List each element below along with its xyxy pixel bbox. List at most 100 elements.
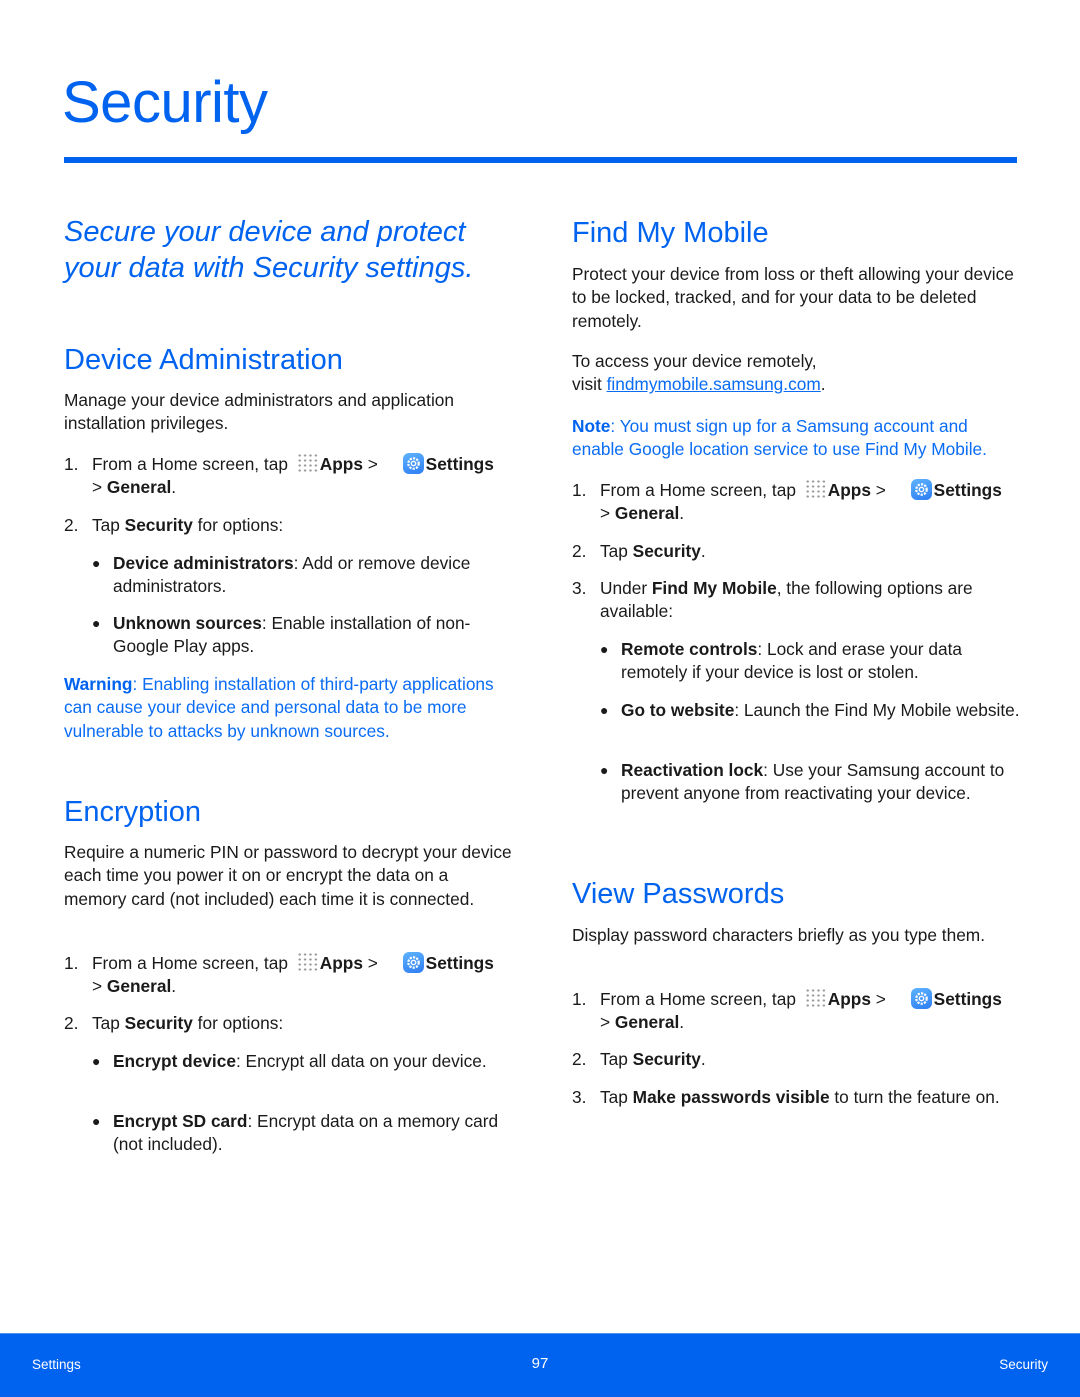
step-number: 1.: [572, 480, 587, 500]
apps-grid-icon: [804, 988, 827, 1008]
find-my-mobile-description: Protect your device from loss or theft a…: [572, 264, 1014, 331]
find-my-mobile-step-1: 1. From a Home screen, tap Apps > Settin…: [572, 479, 1002, 524]
device-admin-step-1: 1. From a Home screen, tap Apps > Settin…: [64, 453, 494, 498]
step-number: 2.: [572, 541, 587, 561]
bullet-encrypt-sd-card: ● Encrypt SD card: Encrypt data on a mem…: [92, 1110, 512, 1157]
remote-access-line: To access your device remotely,: [572, 351, 817, 371]
find-my-mobile-note: Note: You must sign up for a Samsung acc…: [572, 415, 1022, 462]
bullet-dot: ●: [92, 555, 101, 571]
bullet-reactivation-lock: ● Reactivation lock: Use your Samsung ac…: [600, 759, 1020, 806]
apps-label: Apps: [319, 953, 363, 973]
note-label: Note: [572, 416, 611, 436]
step-text: Tap: [600, 541, 633, 561]
settings-label: Settings: [933, 989, 1002, 1009]
bullet-encrypt-device: ● Encrypt device: Encrypt all data on yo…: [92, 1050, 512, 1073]
bullet-device-administrators: ● Device administrators: Add or remove d…: [92, 552, 512, 599]
view-passwords-description: Display password characters briefly as y…: [572, 925, 986, 945]
step-text: Tap: [92, 1013, 125, 1033]
step-bold-text: Make passwords visible: [632, 1087, 830, 1107]
step-bold-text: Security: [124, 515, 193, 535]
settings-label: Settings: [425, 454, 494, 474]
bullet-term: Device administrators: [113, 553, 294, 573]
bullet-text: : Launch the Find My Mobile website.: [734, 700, 1020, 720]
footer-chapter-label: Security: [999, 1357, 1048, 1372]
bullet-dot: ●: [92, 1053, 101, 1069]
device-admin-description: Manage your device administrators and ap…: [64, 390, 455, 434]
step-number: 1.: [64, 454, 79, 474]
step-number: 1.: [64, 953, 79, 973]
apps-label: Apps: [827, 480, 871, 500]
apps-grid-icon: [296, 952, 319, 972]
apps-grid-icon: [804, 479, 827, 499]
step-number: 2.: [572, 1049, 587, 1069]
title-rule: [64, 157, 1017, 163]
step-text: to turn the feature on.: [829, 1087, 1000, 1107]
find-my-mobile-heading: Find My Mobile: [572, 217, 769, 249]
page-number: 97: [531, 1355, 549, 1372]
bullet-term: Unknown sources: [113, 613, 262, 633]
separator: >: [875, 989, 886, 1009]
step-bold-text: Security: [632, 541, 701, 561]
step-text: From a Home screen, tap: [92, 454, 288, 474]
intro-text: Secure your device and protect your data…: [64, 216, 474, 284]
view-passwords-step-1: 1. From a Home screen, tap Apps > Settin…: [572, 988, 1002, 1033]
page-footer: Settings 97 Security: [0, 1333, 1080, 1397]
encryption-description: Require a numeric PIN or password to dec…: [64, 842, 512, 909]
view-passwords-heading: View Passwords: [572, 878, 785, 910]
step-number: 3.: [572, 1087, 587, 1107]
view-passwords-step-3: 3. Tap Make passwords visible to turn th…: [572, 1086, 1022, 1109]
bullet-dot: ●: [92, 615, 101, 631]
step-number: 1.: [572, 989, 587, 1009]
settings-gear-icon: [402, 453, 424, 474]
settings-gear-icon: [402, 952, 424, 973]
device-admin-heading: Device Administration: [64, 344, 343, 376]
separator: >: [600, 1012, 611, 1033]
find-my-mobile-step-2: 2. Tap Security.: [572, 540, 1022, 563]
warning-note: Warning: Enabling installation of third-…: [64, 673, 514, 743]
step-text: for options:: [192, 1013, 284, 1033]
bullet-dot: ●: [600, 762, 609, 778]
encryption-step-2: 2. Tap Security for options:: [64, 1012, 514, 1035]
general-label: General: [106, 477, 172, 498]
visit-text: visit: [572, 374, 607, 395]
note-text: : You must sign up for a Samsung account…: [572, 416, 987, 460]
find-my-mobile-step-3: 3. Under Find My Mobile, the following o…: [572, 577, 1022, 624]
step-bold-text: Find My Mobile: [651, 578, 777, 598]
step-text: Tap: [600, 1049, 633, 1069]
view-passwords-step-2: 2. Tap Security.: [572, 1048, 1022, 1071]
settings-label: Settings: [933, 480, 1002, 500]
bullet-unknown-sources: ● Unknown sources: Enable installation o…: [92, 612, 512, 659]
step-text: From a Home screen, tap: [92, 953, 288, 973]
bullet-remote-controls: ● Remote controls: Lock and erase your d…: [600, 638, 1020, 685]
bullet-term: Reactivation lock: [621, 760, 764, 780]
general-label: General: [614, 503, 680, 524]
encryption-step-1: 1. From a Home screen, tap Apps > Settin…: [64, 952, 494, 997]
bullet-term: Remote controls: [621, 639, 758, 659]
bullet-dot: ●: [600, 641, 609, 657]
step-bold-text: Security: [632, 1049, 701, 1069]
step-text: From a Home screen, tap: [600, 989, 796, 1009]
bullet-term: Encrypt SD card: [113, 1111, 248, 1131]
apps-grid-icon: [296, 453, 319, 473]
settings-label: Settings: [425, 953, 494, 973]
step-text: Tap: [92, 515, 125, 535]
separator: >: [875, 480, 886, 500]
warning-label: Warning: [64, 674, 133, 694]
step-text: for options:: [192, 515, 284, 535]
step-text: Tap: [600, 1087, 633, 1107]
general-label: General: [614, 1012, 680, 1033]
bullet-go-to-website: ● Go to website: Launch the Find My Mobi…: [600, 699, 1020, 722]
step-number: 2.: [64, 515, 79, 535]
settings-gear-icon: [910, 988, 932, 1009]
separator: >: [367, 953, 378, 973]
separator: >: [600, 503, 611, 524]
step-number: 3.: [572, 578, 587, 598]
bullet-dot: ●: [600, 702, 609, 718]
separator: >: [367, 454, 378, 474]
step-bold-text: Security: [124, 1013, 193, 1033]
step-number: 2.: [64, 1013, 79, 1033]
findmymobile-link[interactable]: findmymobile.samsung.com: [607, 374, 821, 394]
separator: >: [92, 477, 103, 498]
bullet-term: Go to website: [621, 700, 735, 720]
apps-label: Apps: [319, 454, 363, 474]
